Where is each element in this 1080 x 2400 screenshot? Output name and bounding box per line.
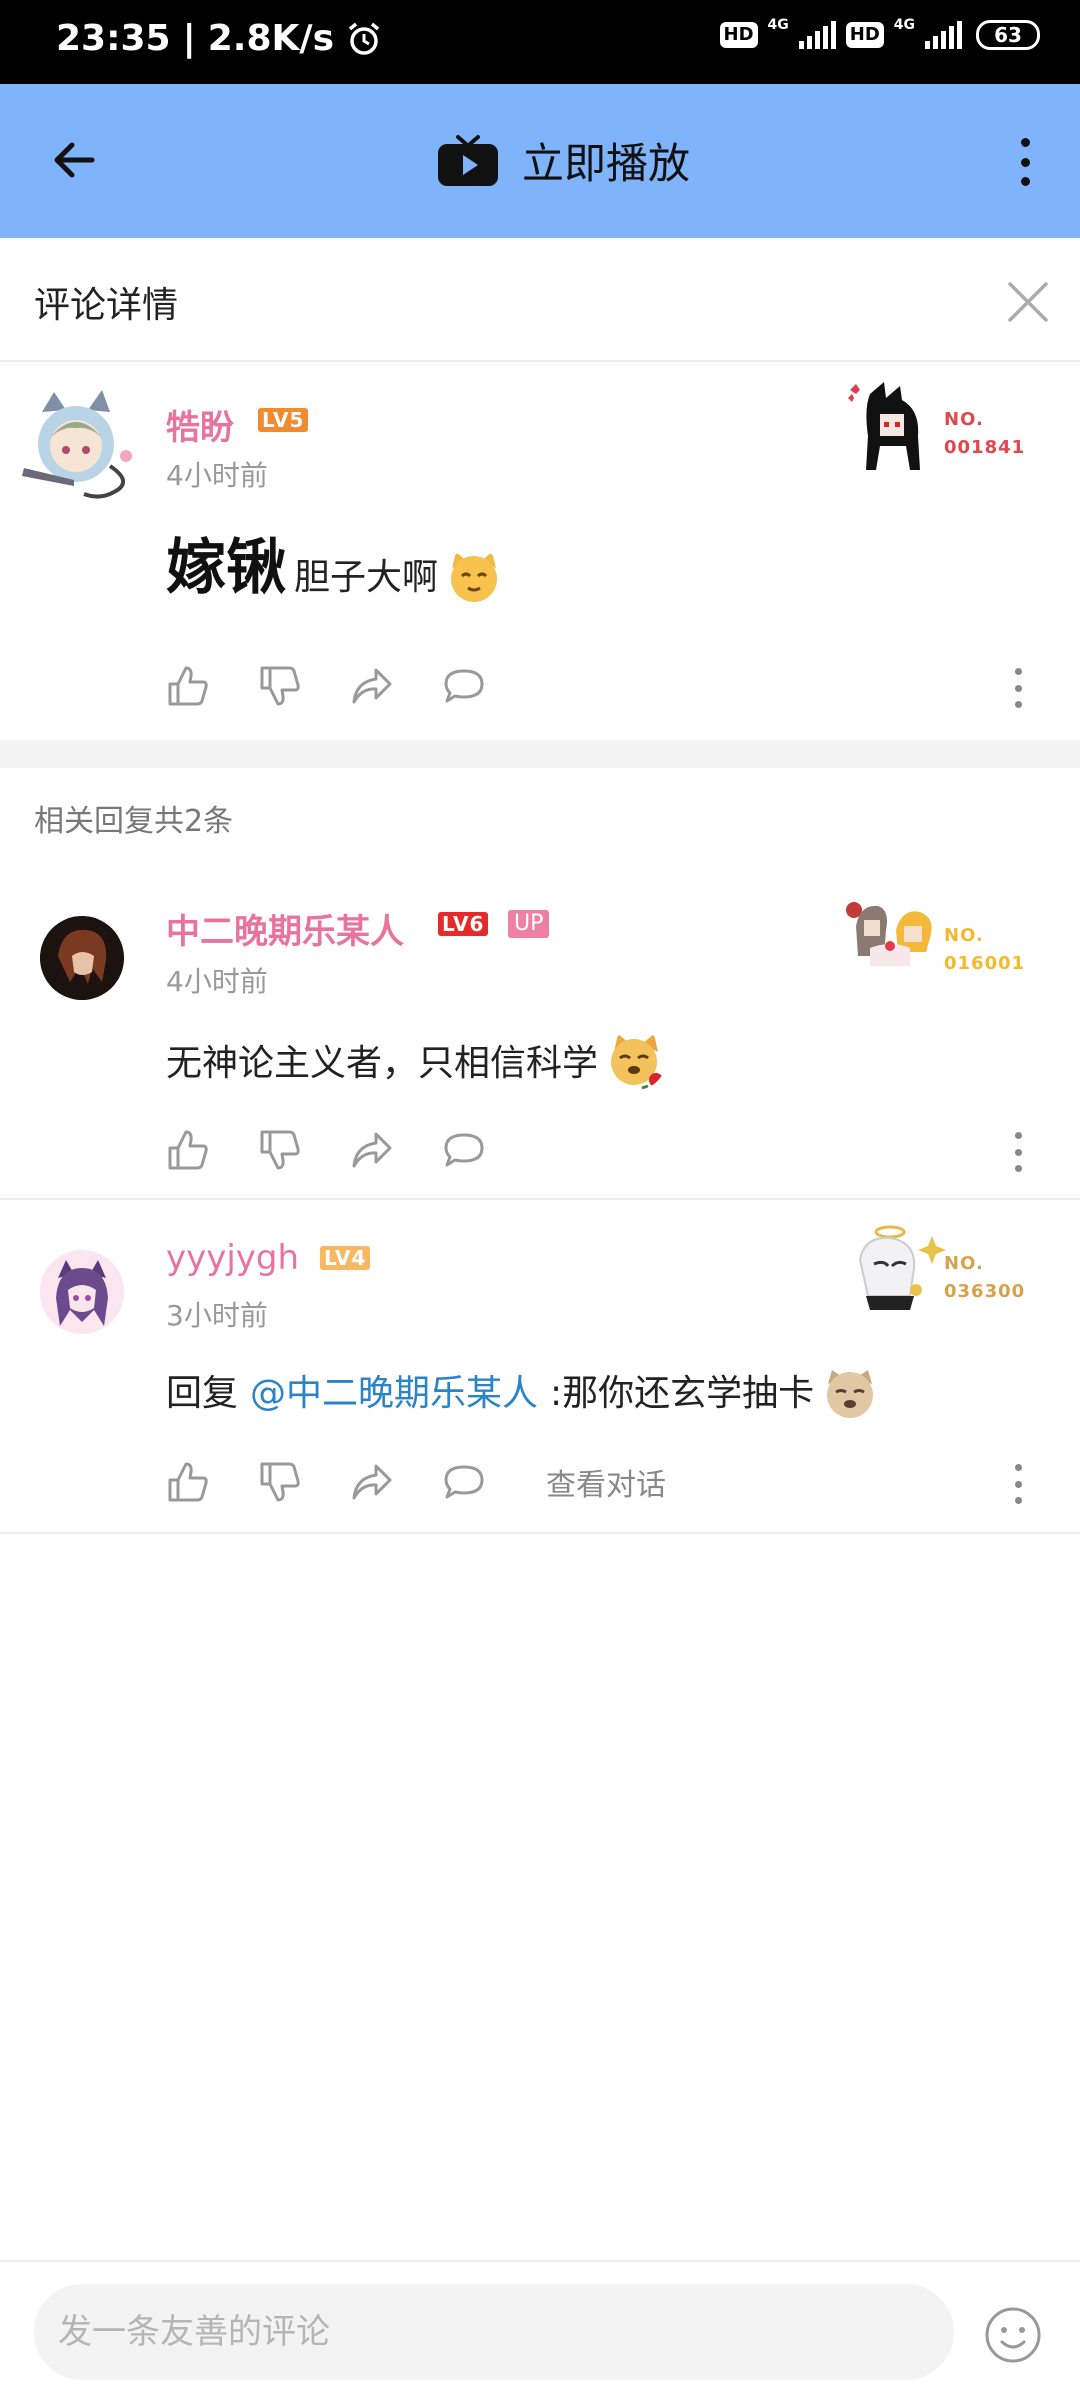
username[interactable]: 中二晚期乐某人 (166, 904, 404, 953)
hd-badge-2: HD (845, 22, 884, 48)
comment-main-text: :那你还玄学抽卡 (550, 1373, 815, 1414)
share-icon[interactable] (350, 664, 394, 708)
share-icon[interactable] (350, 1128, 394, 1172)
back-arrow-icon[interactable] (44, 128, 108, 192)
fan-badge-image (846, 902, 932, 966)
more-options-icon[interactable] (1010, 132, 1040, 192)
username[interactable]: 牿盼 (166, 400, 234, 449)
up-badge: UP (508, 910, 550, 938)
fan-number: NO. 001841 (944, 406, 1025, 462)
like-icon[interactable] (166, 1460, 210, 1504)
dog-emoji-icon (827, 1370, 874, 1418)
dislike-icon[interactable] (258, 1460, 302, 1504)
status-left: 23:35 | 2.8K/s (56, 18, 382, 59)
fan-badge-image (858, 1225, 946, 1310)
mention-link[interactable]: @中二晚期乐某人 (250, 1368, 538, 1420)
username[interactable]: yyyjygh (166, 1238, 299, 1278)
divider (0, 1532, 1080, 1534)
fan-no-label: NO. (944, 1253, 984, 1274)
reply-item: 中二晚期乐某人 LV6 UP 4小时前 NO. 016001 无神论主义者，只相… (0, 880, 1080, 1198)
status-time: 23:35 (56, 18, 171, 59)
fan-number: NO. 016001 (944, 922, 1025, 978)
level-badge: LV5 (258, 408, 309, 432)
comment-actions (166, 664, 486, 708)
comment-time: 4小时前 (166, 459, 268, 492)
comment-time: 4小时前 (166, 965, 268, 998)
app-bar: 立即播放 (0, 84, 1080, 238)
fan-badge: NO. 001841 (840, 376, 1040, 476)
fan-number: NO. 036300 (944, 1250, 1025, 1306)
reply-bubble-icon[interactable] (442, 1128, 486, 1172)
reply-bubble-icon[interactable] (442, 1460, 486, 1504)
fan-no-value: 001841 (944, 437, 1026, 458)
view-conversation-link[interactable]: 查看对话 (546, 1460, 666, 1504)
avatar[interactable] (40, 1250, 124, 1334)
comment-input-bar (0, 2260, 1080, 2400)
comment-main-text: 胆子大啊 (294, 557, 439, 598)
reply-item: yyyjygh LV4 3小时前 NO. 036300 回复 @中二晚期乐某人 … (0, 1200, 1080, 1532)
hd-badge-1: HD (719, 22, 758, 48)
share-icon[interactable] (350, 1460, 394, 1504)
comment-more-icon[interactable] (1012, 1464, 1024, 1504)
network-label-2: 4G (893, 17, 915, 33)
status-separator: | (182, 18, 196, 59)
fan-badge-image (848, 382, 920, 470)
fan-no-label: NO. (944, 925, 984, 946)
like-icon[interactable] (166, 664, 210, 708)
fan-no-label: NO. (944, 409, 984, 430)
tv-play-icon (438, 134, 498, 186)
comment-big-text: 嫁锹 (166, 533, 286, 603)
comment-text: 嫁锹 胆子大啊 (166, 532, 502, 604)
fan-badge: NO. 016001 (840, 886, 1040, 986)
avatar-image (40, 1250, 124, 1334)
fan-no-value: 016001 (944, 953, 1026, 974)
avatar-image (40, 916, 124, 1000)
alarm-icon (348, 22, 380, 55)
signal-icon-1 (798, 21, 836, 49)
network-label-1: 4G (767, 17, 789, 33)
comment-text: 回复 @中二晚期乐某人 :那你还玄学抽卡 (166, 1364, 878, 1420)
dislike-icon[interactable] (258, 1128, 302, 1172)
close-icon[interactable] (1006, 280, 1050, 324)
avatar[interactable] (40, 916, 124, 1000)
main-comment: 牿盼 LV5 4小时前 NO. 001841 嫁锹 胆子大啊 (0, 362, 1080, 740)
comment-input[interactable] (34, 2284, 954, 2380)
status-bar: 23:35 | 2.8K/s HD 4G HD 4G 63 (0, 0, 1080, 84)
fan-badge: NO. 036300 (840, 1220, 1040, 1320)
section-gap (0, 740, 1080, 768)
level-badge: LV4 (320, 1246, 371, 1270)
play-now-button[interactable]: 立即播放 (436, 130, 690, 191)
fan-no-value: 036300 (944, 1281, 1026, 1302)
comment-actions: 查看对话 (166, 1460, 666, 1504)
level-badge: LV6 (438, 912, 489, 936)
reply-bubble-icon[interactable] (442, 664, 486, 708)
emoji-picker-icon[interactable] (984, 2306, 1042, 2364)
cat-emoji-icon (451, 552, 498, 602)
status-right: HD 4G HD 4G 63 (719, 17, 1040, 50)
avatar[interactable] (14, 382, 140, 508)
detail-title: 评论详情 (34, 285, 179, 326)
comment-more-icon[interactable] (1012, 1132, 1024, 1172)
detail-header: 评论详情 (0, 238, 1080, 362)
like-icon[interactable] (166, 1128, 210, 1172)
comment-more-icon[interactable] (1012, 668, 1024, 708)
reply-prefix: 回复 (166, 1373, 239, 1414)
status-net-speed: 2.8K/s (207, 18, 334, 59)
doge-rose-emoji-icon (611, 1034, 664, 1090)
comment-actions (166, 1128, 486, 1172)
comment-main-text: 无神论主义者，只相信科学 (166, 1043, 599, 1084)
avatar-image (22, 390, 132, 499)
replies-heading: 相关回复共2条 (34, 804, 234, 839)
battery-indicator: 63 (976, 20, 1040, 50)
app-title: 立即播放 (522, 139, 691, 188)
dislike-icon[interactable] (258, 664, 302, 708)
signal-icon-2 (925, 21, 962, 49)
comment-text: 无神论主义者，只相信科学 (166, 1030, 666, 1090)
comment-time: 3小时前 (166, 1299, 268, 1332)
